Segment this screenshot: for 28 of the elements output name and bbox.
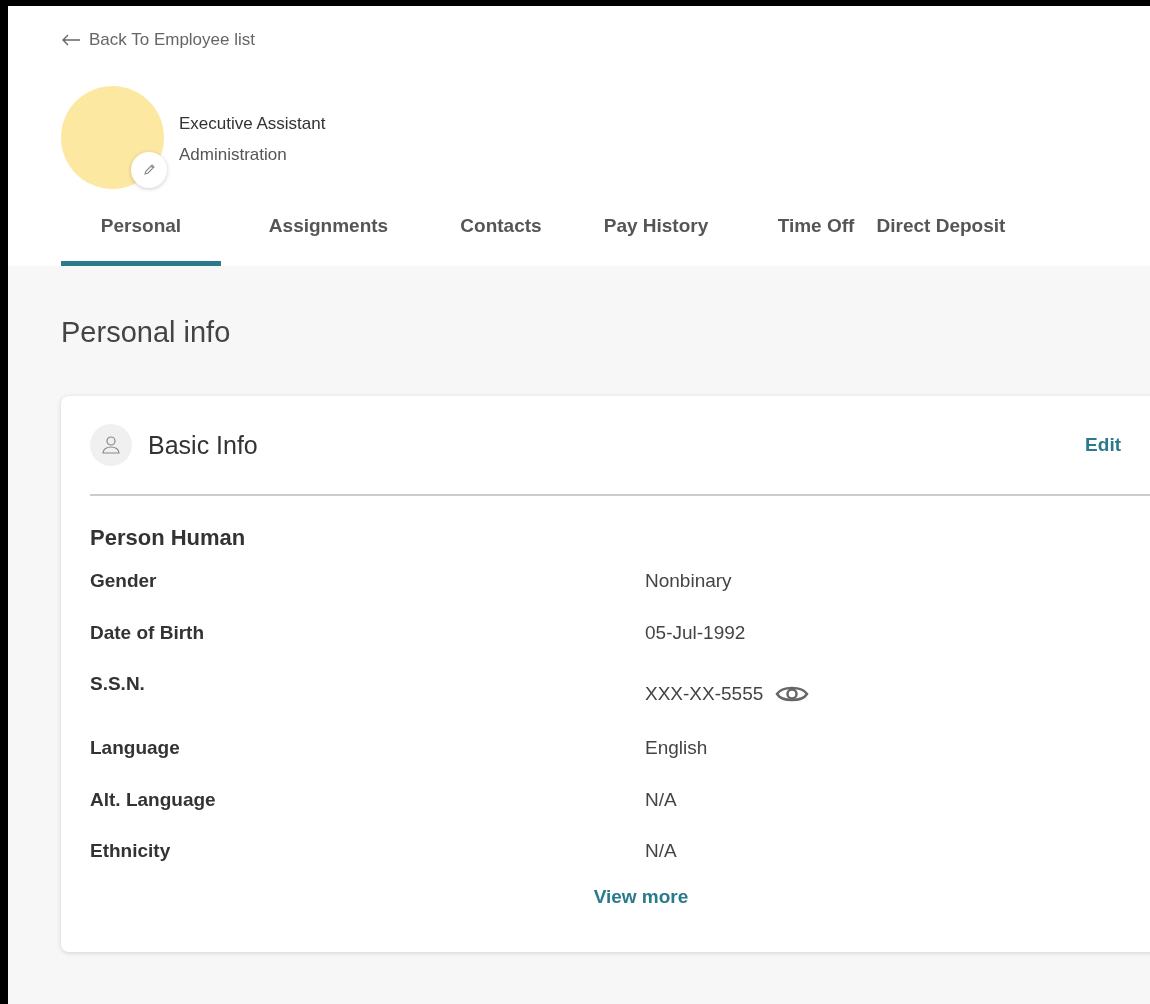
card-title: Basic Info	[148, 430, 259, 460]
pencil-icon	[142, 163, 156, 177]
field-value: N/A	[645, 788, 677, 811]
person-icon	[90, 424, 132, 466]
field-label: Gender	[90, 570, 158, 592]
job-title: Executive Assistant	[179, 114, 326, 134]
field-label: S.S.N.	[90, 673, 146, 695]
field-value: XXX-XX-5555	[645, 683, 764, 705]
field-label: Date of Birth	[90, 621, 205, 644]
back-arrow-icon	[61, 34, 81, 46]
back-link[interactable]: Back To Employee list	[61, 30, 255, 50]
tab[interactable]: Assignments	[241, 203, 416, 266]
field-label: Alt. Language	[90, 788, 217, 811]
field-value: Nonbinary	[645, 570, 732, 592]
field-value: English	[645, 737, 708, 759]
edit-link[interactable]: Edit	[1085, 434, 1121, 456]
tab[interactable]: Time Off	[766, 203, 866, 266]
tab[interactable]: Pay History	[576, 203, 736, 266]
field-value: N/A	[645, 840, 677, 862]
tab[interactable]: Direct Deposit	[866, 203, 1016, 266]
view-more-link[interactable]: View more	[593, 885, 689, 907]
department: Administration	[179, 145, 288, 165]
field-label: Ethnicity	[90, 840, 172, 862]
field-value: 05-Jul-1992	[645, 621, 746, 644]
person-name: Person Human	[90, 525, 247, 551]
field-label: Language	[90, 737, 181, 759]
tab[interactable]: Contacts	[446, 203, 556, 266]
section-title: Personal info	[61, 316, 232, 349]
